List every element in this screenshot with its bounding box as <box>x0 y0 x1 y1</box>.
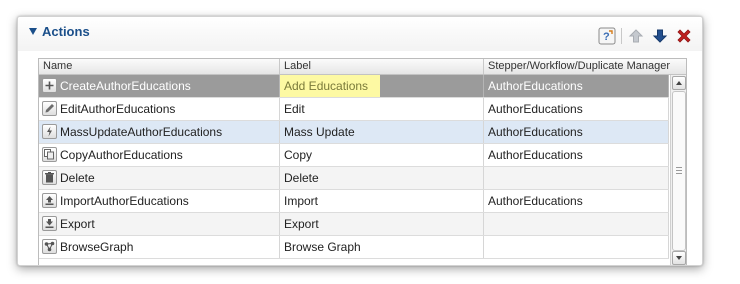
arrow-down-icon[interactable] <box>650 26 670 46</box>
name-cell: Export <box>39 213 280 235</box>
name-cell: EditAuthorEducations <box>39 98 280 120</box>
panel-header: Actions ? <box>18 17 702 51</box>
name-cell: BrowseGraph <box>39 236 280 258</box>
action-name: BrowseGraph <box>60 240 134 254</box>
label-cell[interactable]: Edit <box>280 98 484 120</box>
action-manager: AuthorEducations <box>488 79 583 93</box>
table-row[interactable]: CreateAuthorEducations Add Educations Au… <box>39 75 669 98</box>
action-manager: AuthorEducations <box>488 194 583 208</box>
name-cell: ImportAuthorEducations <box>39 190 280 212</box>
manager-cell: AuthorEducations <box>484 75 669 97</box>
action-label: Edit <box>284 102 305 116</box>
action-label: Import <box>284 194 319 208</box>
scrollbar-thumb[interactable] <box>672 91 686 251</box>
pencil-icon <box>42 101 57 116</box>
panel-title: Actions <box>42 24 90 39</box>
actions-grid: Name Label Stepper/Workflow/Duplicate Ma… <box>38 58 687 265</box>
label-cell[interactable]: Mass Update <box>280 121 484 143</box>
action-name: Export <box>60 217 95 231</box>
action-label: Export <box>284 217 319 231</box>
manager-cell <box>484 236 669 258</box>
vertical-scrollbar[interactable] <box>670 75 686 265</box>
label-cell[interactable]: Copy <box>280 144 484 166</box>
scroll-up-button[interactable] <box>672 76 686 90</box>
lightning-icon <box>42 124 57 139</box>
action-name: ImportAuthorEducations <box>60 194 189 208</box>
manager-cell: AuthorEducations <box>484 121 669 143</box>
arrow-up-icon[interactable] <box>626 26 646 46</box>
table-row[interactable]: BrowseGraph Browse Graph <box>39 236 669 259</box>
toolbar-separator <box>621 28 622 44</box>
label-cell[interactable]: Export <box>280 213 484 235</box>
label-cell[interactable]: Add Educations <box>280 75 484 97</box>
grip-line <box>676 170 682 171</box>
manager-cell: AuthorEducations <box>484 190 669 212</box>
action-label: Browse Graph <box>284 240 361 254</box>
trash-icon <box>42 170 57 185</box>
action-label: Mass Update <box>284 125 355 139</box>
manager-cell: AuthorEducations <box>484 144 669 166</box>
export-icon <box>42 216 57 231</box>
manager-cell <box>484 167 669 189</box>
action-manager: AuthorEducations <box>488 148 583 162</box>
scroll-down-button[interactable] <box>672 251 686 265</box>
name-cell: CopyAuthorEducations <box>39 144 280 166</box>
grip-line <box>676 167 682 168</box>
label-cell[interactable]: Import <box>280 190 484 212</box>
action-name: Delete <box>60 171 95 185</box>
svg-text:?: ? <box>603 31 610 43</box>
copy-icon <box>42 147 57 162</box>
action-name: CopyAuthorEducations <box>60 148 183 162</box>
table-row[interactable]: Export Export <box>39 213 669 236</box>
table-row[interactable]: Delete Delete <box>39 167 669 190</box>
table-row[interactable]: CopyAuthorEducations Copy AuthorEducatio… <box>39 144 669 167</box>
name-cell: Delete <box>39 167 280 189</box>
column-header-manager[interactable]: Stepper/Workflow/Duplicate Manager <box>484 59 686 74</box>
grid-rows: CreateAuthorEducations Add Educations Au… <box>39 75 669 259</box>
collapse-arrow-icon[interactable] <box>29 28 37 35</box>
table-row[interactable]: ImportAuthorEducations Import AuthorEduc… <box>39 190 669 213</box>
action-name: CreateAuthorEducations <box>60 79 191 93</box>
action-manager: AuthorEducations <box>488 125 583 139</box>
grip-line <box>676 173 682 174</box>
import-icon <box>42 193 57 208</box>
help-icon[interactable]: ? <box>597 26 617 46</box>
action-name: MassUpdateAuthorEducations <box>60 125 223 139</box>
actions-panel: Actions ? Name Label Stepper/Workflow/Du… <box>17 16 703 266</box>
name-cell: MassUpdateAuthorEducations <box>39 121 280 143</box>
grid-header: Name Label Stepper/Workflow/Duplicate Ma… <box>39 59 686 75</box>
table-row[interactable]: EditAuthorEducations Edit AuthorEducatio… <box>39 98 669 121</box>
graph-icon <box>42 239 57 254</box>
panel-toolbar: ? <box>593 26 694 46</box>
table-row[interactable]: MassUpdateAuthorEducations Mass Update A… <box>39 121 669 144</box>
column-header-label[interactable]: Label <box>280 59 484 74</box>
label-cell[interactable]: Browse Graph <box>280 236 484 258</box>
action-name: EditAuthorEducations <box>60 102 176 116</box>
action-label: Copy <box>284 148 313 162</box>
name-cell: CreateAuthorEducations <box>39 75 280 97</box>
delete-x-icon[interactable] <box>674 26 694 46</box>
label-cell[interactable]: Delete <box>280 167 484 189</box>
column-header-name[interactable]: Name <box>39 59 280 74</box>
plus-icon <box>42 78 57 93</box>
action-label: Add Educations <box>284 79 369 93</box>
manager-cell <box>484 213 669 235</box>
manager-cell: AuthorEducations <box>484 98 669 120</box>
action-manager: AuthorEducations <box>488 102 583 116</box>
action-label: Delete <box>284 171 319 185</box>
